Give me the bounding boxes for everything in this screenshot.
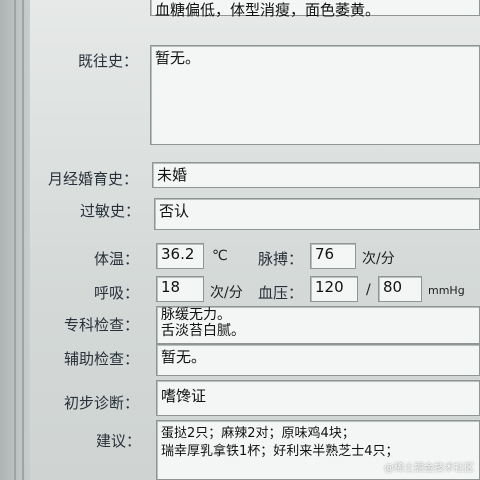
allergy-value: 否认 xyxy=(159,202,190,220)
emr-form-screen: 血糖偏低，体型消瘦，面色萎黄。 既往史： 暂无。 月经婚育史： 未婚 过敏史： … xyxy=(0,0,480,480)
specialist-exam-line1: 脉缓无力。 xyxy=(161,307,231,323)
respiration-label: 呼吸： xyxy=(94,284,140,302)
diagnosis-field[interactable]: 嗜馋证 xyxy=(156,380,480,416)
past-history-field[interactable]: 暂无。 xyxy=(150,45,480,145)
specialist-exam-field[interactable]: 脉缓无力。 舌淡苔白腻。 xyxy=(156,306,480,344)
respiration-value: 18 xyxy=(161,278,181,296)
top-text: 血糖偏低，体型消瘦，面色萎黄。 xyxy=(155,1,381,19)
systolic-input[interactable]: 120 xyxy=(310,276,358,302)
specialist-exam-label: 专科检查： xyxy=(64,316,140,334)
pulse-value: 76 xyxy=(315,245,335,263)
auxiliary-exam-label: 辅助检查： xyxy=(64,350,140,368)
menstrual-history-value: 未婚 xyxy=(157,166,188,184)
bp-unit: mmHg xyxy=(428,284,465,297)
top-text-field[interactable]: 血糖偏低，体型消瘦，面色萎黄。 xyxy=(150,0,480,19)
diagnosis-value: 嗜馋证 xyxy=(161,387,207,405)
allergy-label: 过敏史： xyxy=(80,202,141,220)
menstrual-history-label: 月经婚育史： xyxy=(48,170,139,188)
temperature-input[interactable]: 36.2 xyxy=(156,243,204,269)
blood-pressure-label: 血压： xyxy=(258,284,304,302)
respiration-input[interactable]: 18 xyxy=(156,276,204,302)
menstrual-history-field[interactable]: 未婚 xyxy=(152,162,480,188)
temperature-unit: ℃ xyxy=(212,248,228,264)
allergy-field[interactable]: 否认 xyxy=(154,198,480,230)
temperature-label: 体温： xyxy=(94,250,140,268)
specialist-exam-line2: 舌淡苔白腻。 xyxy=(161,323,245,339)
advice-label: 建议： xyxy=(96,432,142,450)
temperature-value: 36.2 xyxy=(161,245,195,263)
pulse-label: 脉搏： xyxy=(258,250,304,268)
auxiliary-exam-field[interactable]: 暂无。 xyxy=(156,344,480,376)
auxiliary-exam-value: 暂无。 xyxy=(161,348,207,366)
watermark: @稀土掘金技术社区 xyxy=(384,463,474,474)
past-history-label: 既往史： xyxy=(78,52,139,70)
respiration-unit: 次/分 xyxy=(210,285,243,301)
pulse-unit: 次/分 xyxy=(362,251,395,267)
diastolic-value: 80 xyxy=(383,278,403,296)
systolic-value: 120 xyxy=(315,278,344,296)
past-history-value: 暂无。 xyxy=(155,49,201,67)
diastolic-input[interactable]: 80 xyxy=(378,276,422,302)
diagnosis-label: 初步诊断： xyxy=(64,394,140,412)
advice-line1: 蛋挞2只；麻辣2对；原味鸡4块； xyxy=(161,426,355,441)
pulse-input[interactable]: 76 xyxy=(310,243,356,269)
left-scroll-frame xyxy=(0,0,30,480)
bp-separator: / xyxy=(366,282,371,298)
